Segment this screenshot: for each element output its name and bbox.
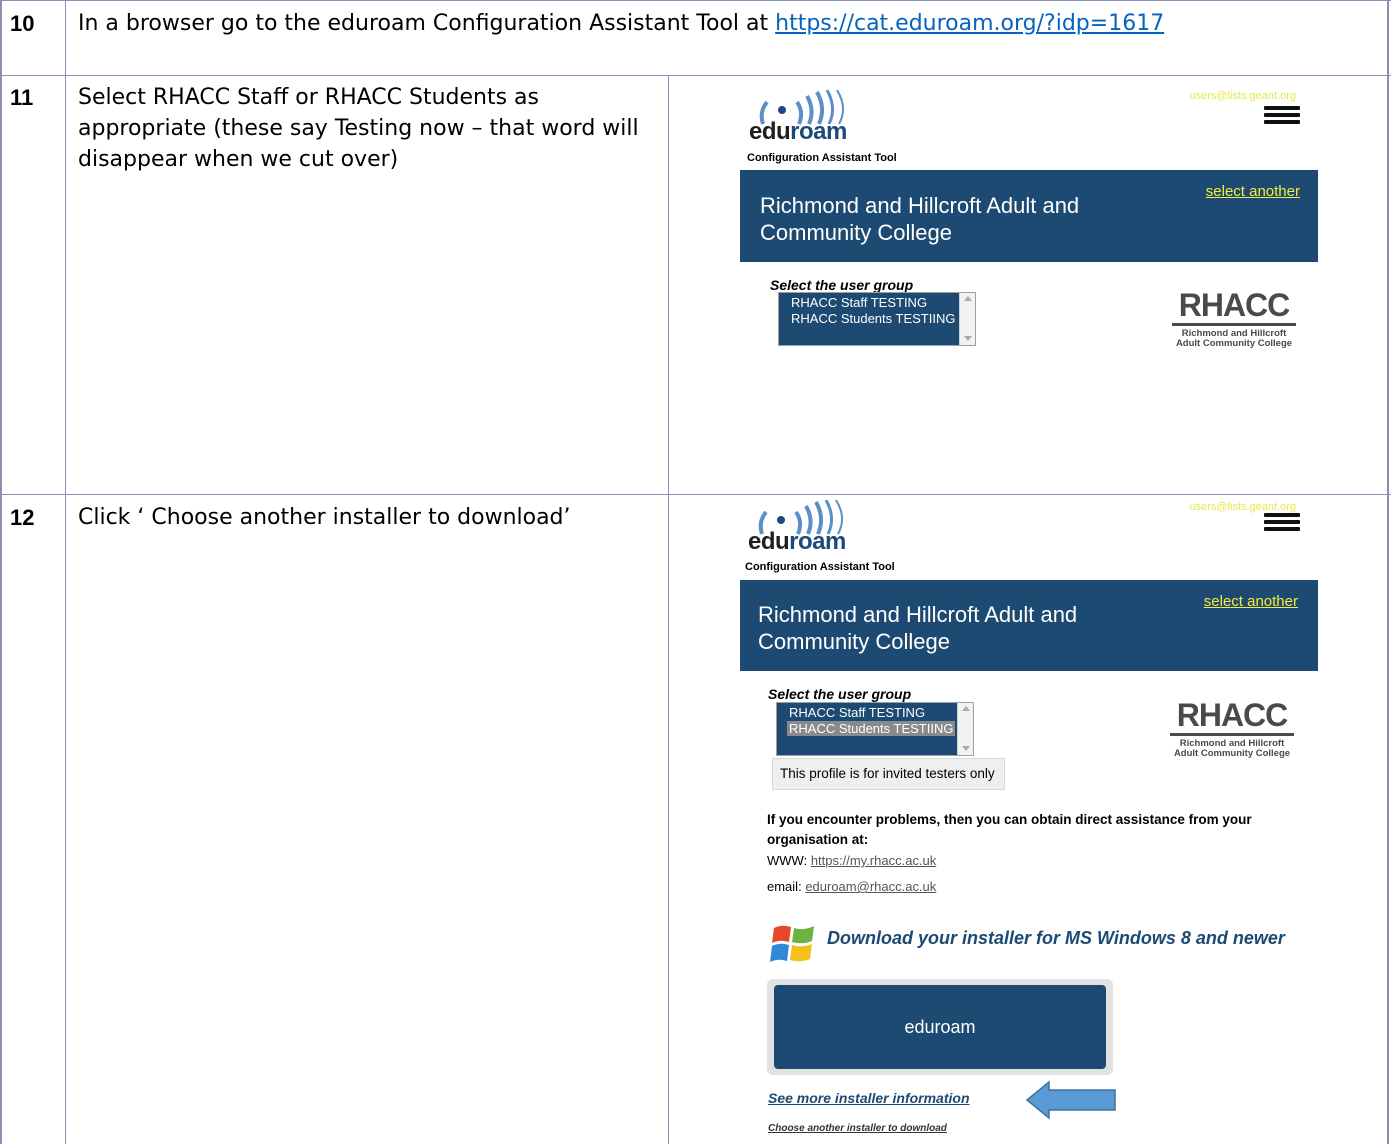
- support-email-link[interactable]: eduroam@rhacc.ac.uk: [805, 879, 936, 894]
- step-12-instruction: Click ‘ Choose another installer to down…: [78, 505, 571, 530]
- cat-subtitle: Configuration Assistant Tool: [747, 152, 897, 164]
- table-divider-screenshot-row11: [668, 75, 669, 495]
- users-mailing-link[interactable]: users@lists.geant.org: [1189, 90, 1296, 102]
- cat-subtitle: Configuration Assistant Tool: [745, 561, 895, 573]
- step-number-11: 11: [10, 85, 34, 110]
- table-border-top: [0, 0, 1391, 1]
- support-email: email: eduroam@rhacc.ac.uk: [767, 879, 937, 894]
- institution-banner: Richmond and Hillcroft Adult and Communi…: [740, 580, 1318, 671]
- listbox-scrollbar[interactable]: [957, 703, 973, 755]
- step-number-10: 10: [10, 11, 35, 36]
- profile-note: This profile is for invited testers only: [772, 758, 1005, 790]
- download-title: Download your installer for MS Windows 8…: [827, 928, 1285, 948]
- profile-option-staff[interactable]: RHACC Staff TESTING: [789, 705, 925, 720]
- institution-name: Richmond and Hillcroft Adult and Communi…: [760, 193, 1080, 245]
- table-divider-screenshot-row12: [668, 494, 669, 1144]
- step-10-instruction: In a browser go to the eduroam Configura…: [78, 8, 1378, 39]
- download-eduroam-button[interactable]: eduroam: [774, 985, 1106, 1069]
- users-mailing-link[interactable]: users@lists.geant.org: [1189, 501, 1296, 513]
- rhacc-logo: RHACC Richmond and Hillcroft Adult Commu…: [1162, 698, 1302, 759]
- cat-url-link[interactable]: https://cat.eduroam.org/?idp=1617: [775, 11, 1164, 36]
- institution-banner: Richmond and Hillcroft Adult and Communi…: [740, 170, 1318, 262]
- step-number-12: 12: [10, 505, 35, 530]
- pointer-arrow-icon: [1025, 1080, 1116, 1120]
- eduroam-logo: eduroam: [749, 90, 899, 160]
- listbox-scrollbar[interactable]: [959, 293, 975, 345]
- profile-option-students[interactable]: RHACC Students TESTIING: [791, 311, 955, 326]
- menu-icon[interactable]: [1264, 106, 1300, 124]
- user-group-listbox[interactable]: RHACC Staff TESTING RHACC Students TESTI…: [778, 292, 976, 346]
- profile-option-students-selected[interactable]: RHACC Students TESTIING: [787, 721, 956, 736]
- support-heading: If you encounter problems, then you can …: [767, 812, 1252, 847]
- user-group-listbox[interactable]: RHACC Staff TESTING RHACC Students TESTI…: [776, 702, 974, 756]
- eduroam-logo: eduroam: [748, 500, 898, 570]
- rhacc-logo: RHACC Richmond and Hillcroft Adult Commu…: [1164, 288, 1304, 349]
- table-border-left: [0, 0, 2, 1144]
- more-installer-info-link[interactable]: See more installer information: [768, 1090, 970, 1106]
- support-www: WWW: https://my.rhacc.ac.uk: [767, 853, 937, 868]
- eduroam-wordmark: eduroam: [749, 118, 847, 145]
- profile-option-staff[interactable]: RHACC Staff TESTING: [791, 295, 927, 310]
- user-group-label: Select the user group: [770, 277, 914, 293]
- eduroam-wordmark: eduroam: [748, 528, 846, 555]
- table-row-separator-2: [0, 494, 1391, 495]
- step-10-text: In a browser go to the eduroam Configura…: [78, 11, 769, 36]
- select-another-link[interactable]: select another: [1206, 183, 1300, 200]
- choose-another-installer-link[interactable]: Choose another installer to download: [768, 1123, 947, 1134]
- cat-screenshot-1: eduroam Configuration Assistant Tool use…: [740, 80, 1318, 380]
- cat-screenshot-2: eduroam Configuration Assistant Tool use…: [740, 496, 1318, 1144]
- user-group-label: Select the user group: [768, 686, 912, 702]
- table-border-right: [1387, 75, 1389, 1144]
- institution-name: Richmond and Hillcroft Adult and Communi…: [758, 602, 1078, 654]
- windows-logo-icon: [770, 925, 814, 962]
- menu-icon[interactable]: [1264, 513, 1300, 531]
- table-border-right-row10: [1387, 0, 1389, 76]
- table-divider-number: [65, 0, 66, 1144]
- table-row-separator-1: [0, 75, 1391, 76]
- step-11-instruction: Select RHACC Staff or RHACC Students as …: [78, 85, 639, 172]
- download-frame: eduroam: [767, 979, 1113, 1075]
- support-www-link[interactable]: https://my.rhacc.ac.uk: [811, 853, 936, 868]
- select-another-link[interactable]: select another: [1204, 593, 1298, 610]
